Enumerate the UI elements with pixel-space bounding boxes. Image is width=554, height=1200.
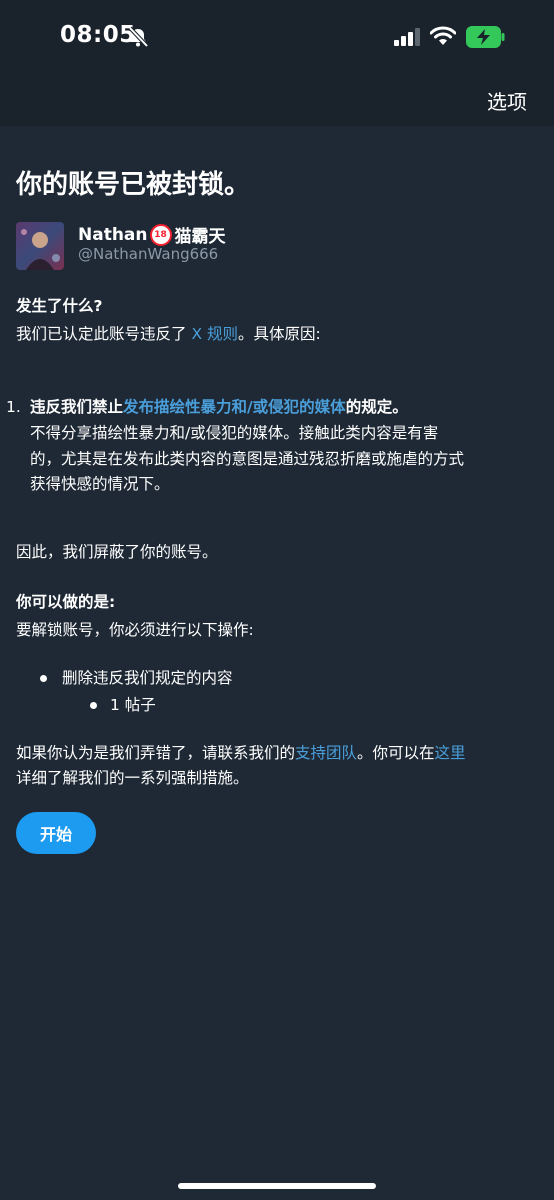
- appeal-text-before: 如果你认为是我们弄错了，请联系我们的: [16, 744, 296, 762]
- wifi-icon: [429, 26, 457, 50]
- rules-link[interactable]: X 规则: [191, 325, 238, 343]
- what-you-can-do-text: 要解锁账号，你必须进行以下操作:: [16, 621, 254, 639]
- avatar: [16, 222, 64, 270]
- violation-desc-line1: 不得分享描绘性暴力和/或侵犯的媒体。接触此类内容是有害: [30, 424, 439, 442]
- account-handle: @NathanWang666: [78, 245, 219, 263]
- start-button[interactable]: 开始: [16, 812, 96, 854]
- options-button[interactable]: 选项: [487, 86, 527, 115]
- what-happened-text: 我们已认定此账号违反了 X 规则。具体原因:: [16, 322, 321, 346]
- violation-title: 违反我们禁止发布描绘性暴力和/或侵犯的媒体的规定。: [30, 395, 408, 419]
- status-time: 08:05: [60, 22, 136, 48]
- action-subitem: 1 帖子: [110, 696, 156, 714]
- what-happened-text-before: 我们已认定此账号违反了: [16, 325, 192, 343]
- sub-bullet-dot: [90, 702, 97, 709]
- violation-prefix: 违反我们禁止: [30, 398, 124, 416]
- home-indicator[interactable]: [178, 1183, 376, 1189]
- display-name-suffix: 猫霸天: [174, 227, 226, 247]
- consequence-text: 因此，我们屏蔽了你的账号。: [16, 543, 218, 561]
- policy-link[interactable]: 发布描绘性暴力和/或侵犯的媒体: [123, 398, 346, 416]
- what-happened-text-after: 。具体原因:: [237, 325, 321, 343]
- appeal-text-middle: 。你可以在: [357, 744, 435, 762]
- display-name: Nathan 18 猫霸天: [78, 222, 226, 247]
- appeal-line1: 如果你认为是我们弄错了，请联系我们的支持团队。你可以在这里: [16, 741, 466, 765]
- here-link[interactable]: 这里: [435, 744, 466, 762]
- page-title: 你的账号已被封锁。: [16, 170, 251, 200]
- top-bar: 08:05 选项: [0, 0, 554, 126]
- violation-suffix: 的规定。: [345, 398, 408, 416]
- bullet-dot: [40, 675, 47, 682]
- support-team-link[interactable]: 支持团队: [295, 744, 357, 762]
- display-name-text: Nathan: [78, 224, 148, 245]
- suspension-notice: 你的账号已被封锁。 Nathan 18 猫霸天 @NathanWang666 发…: [0, 126, 554, 1200]
- age-18-icon: 18: [149, 223, 172, 246]
- battery-charging-icon: [466, 26, 506, 52]
- violation-desc-line2: 的，尤其是在发布此类内容的意图是通过残忍折磨或施虐的方式: [30, 450, 465, 468]
- violation-number: 1.: [6, 398, 21, 416]
- appeal-line2: 详细了解我们的一系列强制措施。: [16, 769, 249, 787]
- what-happened-heading: 发生了什么?: [16, 297, 103, 315]
- action-item: 删除违反我们规定的内容: [62, 669, 233, 687]
- bell-muted-icon: [127, 26, 149, 52]
- what-you-can-do-heading: 你可以做的是:: [16, 593, 116, 611]
- violation-desc-line3: 获得快感的情况下。: [30, 475, 170, 493]
- cellular-signal-icon: [394, 28, 422, 50]
